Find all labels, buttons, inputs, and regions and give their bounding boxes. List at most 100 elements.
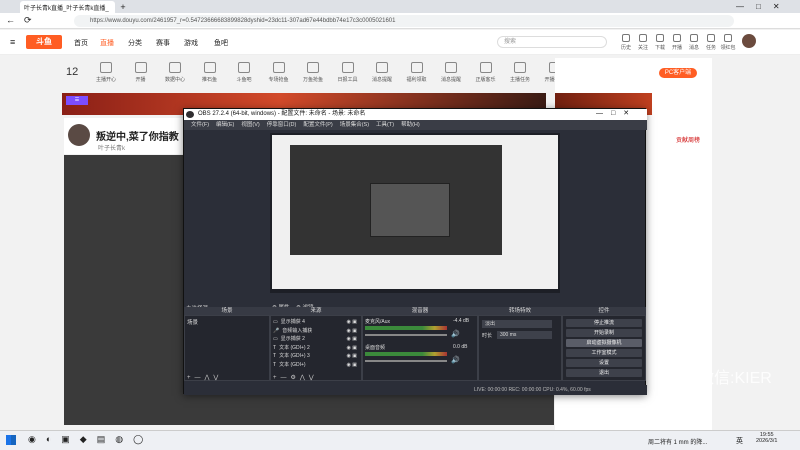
start-icon[interactable] [6,435,16,445]
category-item[interactable]: 消息提醒 [437,58,465,83]
obs-menu-item[interactable]: 停靠窗口(D) [267,122,297,128]
obs-menu-item[interactable]: 场景集合(S) [340,122,369,128]
obs-window[interactable]: OBS 27.2.4 (64-bit, windows) - 配置文件: 未命名… [183,108,647,395]
source-visibility-lock-icon[interactable]: ◉ ▣ [347,335,357,343]
header-icon-0[interactable]: 历史 [618,34,634,51]
source-type-icon: T [273,344,277,351]
nav-item[interactable]: 分类 [128,38,142,48]
mixer-track-2-slider[interactable] [365,360,447,362]
input-lang[interactable]: 英 [736,436,743,446]
browser-tab[interactable]: 叶子长青k直播_叶子长青k直播_ [20,1,115,13]
header-icon-label: 领红包 [720,45,736,51]
source-name: 音频输入捕获 [282,327,313,334]
obs-menu-item[interactable]: 工具(T) [376,122,394,128]
category-item[interactable]: 数据中心 [161,58,189,83]
mixer-track-1-name: 麦克风/Aux [365,319,391,325]
header-icon-label: 关注 [637,45,648,51]
mixer-track-1-speaker-icon[interactable]: 🔊 [451,330,460,338]
category-item[interactable]: 日报工具 [334,58,362,83]
taskbar-apps[interactable]: ◉◐▣◆▤◍◯ [28,434,153,445]
category-item[interactable]: 消息提醒 [368,58,396,83]
obs-menubar: 文件(F) 编辑(E) 视图(V) 停靠窗口(D) 配置文件(P) 场景集合(S) 工具(T… [184,120,647,130]
source-visibility-lock-icon[interactable]: ◉ ▣ [347,344,357,352]
nav-item[interactable]: 直播 [100,38,114,48]
header-icon-6[interactable]: 领红包 [720,34,736,51]
scenes-dock: 场景 +—⋀⋁ [184,315,270,381]
obs-preview[interactable] [270,133,560,293]
mixer-track-2-name: 桌面音频 [365,345,386,351]
obs-menu-item[interactable]: 编辑(E) [216,122,234,128]
category-label: 消息提醒 [371,77,392,83]
header-icon-2[interactable]: 下载 [652,34,668,51]
header-icon-glyph [639,34,647,42]
source-item[interactable]: ▭ 显示捕获 2 ◉ ▣ [273,335,359,343]
site-logo[interactable]: 斗鱼 [26,35,62,49]
control-button[interactable]: 停止推流 [566,319,642,327]
obs-menu-item[interactable]: 配置文件(P) [303,122,332,128]
source-item[interactable]: 🎤 音频输入捕获 ◉ ▣ [273,327,359,335]
header-icon-glyph [690,34,698,42]
category-item[interactable]: 专场抢鱼 [265,58,293,83]
pc-client-button[interactable]: PC客户端 [659,68,697,78]
control-button[interactable]: 启动虚拟摄像机 [566,339,642,347]
header-icon-1[interactable]: 关注 [635,34,651,51]
duration-field[interactable]: 300 ms [497,331,552,339]
source-item[interactable]: T 文本 (GDI+) ◉ ▣ [273,361,359,369]
scene-item[interactable]: 场景 [187,318,198,326]
source-toolbar[interactable]: +—⚙⋀⋁ [273,374,318,381]
source-visibility-lock-icon[interactable]: ◉ ▣ [347,361,357,369]
header-icon-3[interactable]: 开播 [669,34,685,51]
category-item[interactable]: 福利领取 [403,58,431,83]
source-item[interactable]: T 文本 (GDI+) 3 ◉ ▣ [273,352,359,360]
mixer-dock: 麦克风/Aux -4.4 dB 🔊 桌面音频 0.0 dB 🔊 [362,315,478,381]
source-item[interactable]: ▭ 显示捕获 4 ◉ ▣ [273,318,359,326]
obs-window-controls[interactable]: —□✕ [596,109,637,117]
header-icon-glyph [707,34,715,42]
category-item[interactable]: 斗鱼吧 [230,58,258,83]
url-field[interactable]: https://www.douyu.com/2461957_r=0.547236… [74,15,734,27]
category-icon [307,62,319,73]
header-icon-4[interactable]: 消息 [686,34,702,51]
clock[interactable]: 19:55 2026/3/1 [756,432,777,444]
source-visibility-lock-icon[interactable]: ◉ ▣ [347,318,357,326]
source-visibility-lock-icon[interactable]: ◉ ▣ [347,327,357,335]
header-icon-glyph [673,34,681,42]
category-icon [272,62,285,73]
mixer-track-2-speaker-icon[interactable]: 🔊 [451,356,460,364]
window-controls[interactable]: —□✕ [736,2,792,11]
category-item[interactable]: 主播开心 [92,58,120,83]
category-item[interactable]: 推石鱼 [196,58,224,83]
obs-menu-item[interactable]: 文件(F) [191,122,209,128]
mixer-track-1-slider[interactable] [365,334,447,336]
nav-item[interactable]: 赛事 [156,38,170,48]
obs-menu-item[interactable]: 视图(V) [241,122,259,128]
category-item[interactable]: 正版客乐 [472,58,500,83]
control-button[interactable]: 开始录制 [566,329,642,337]
category-item[interactable]: 主播任务 [506,58,534,83]
menu-icon[interactable]: ≡ [10,37,15,47]
source-visibility-lock-icon[interactable]: ◉ ▣ [347,352,357,360]
source-type-icon: ▭ [273,336,278,342]
control-button[interactable]: 工作室模式 [566,349,642,357]
source-name: 文本 (GDI+) 3 [279,353,310,359]
room-title: 叛逆中,菜了你指教 [96,132,179,143]
nav-item[interactable]: 鱼吧 [214,38,228,48]
scene-toolbar[interactable]: +—⋀⋁ [187,374,222,381]
nav-item[interactable]: 首页 [74,38,88,48]
category-item[interactable]: 开播 [127,58,155,83]
control-button[interactable]: 退出 [566,369,642,377]
back-icon[interactable]: ← [6,15,15,25]
category-label: 日报工具 [337,77,358,83]
transition-select[interactable]: 淡出 [482,320,552,328]
avatar[interactable] [742,34,756,48]
obs-menu-item[interactable]: 帮助(H) [401,122,420,128]
streamer-avatar[interactable] [68,124,90,146]
refresh-icon[interactable]: ⟳ [24,15,32,26]
nav-item[interactable]: 游戏 [184,38,198,48]
header-icon-5[interactable]: 任务 [703,34,719,51]
category-item[interactable]: 万鱼抢鱼 [299,58,327,83]
control-button[interactable]: 设置 [566,359,642,367]
new-tab-icon[interactable]: + [118,1,128,12]
search-input[interactable]: 搜索 [497,36,607,48]
source-item[interactable]: T 文本 (GDI+) 2 ◉ ▣ [273,344,359,352]
